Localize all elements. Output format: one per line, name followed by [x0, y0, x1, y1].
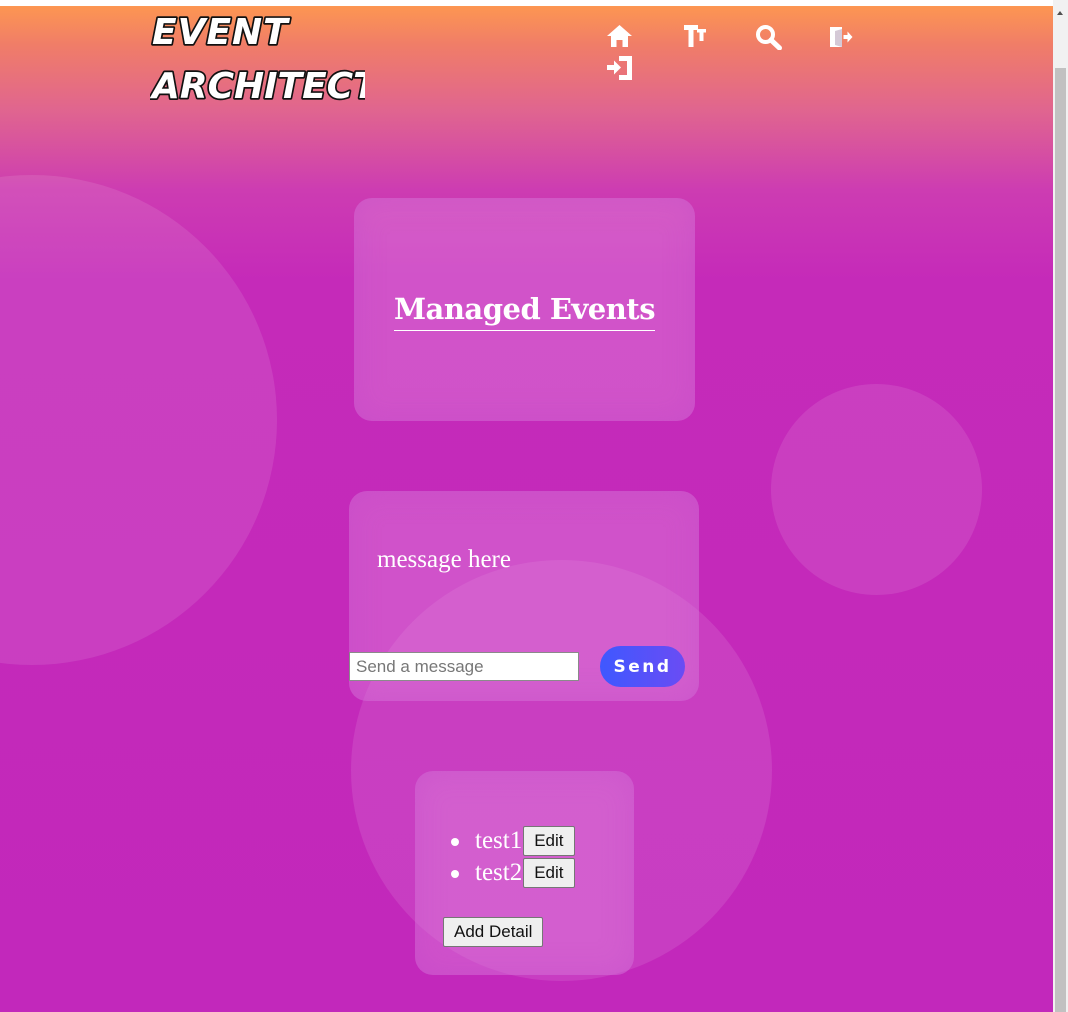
vertical-scrollbar[interactable] [1053, 0, 1068, 1012]
text-size-icon[interactable] [683, 24, 707, 48]
list-item: test1 Edit [451, 825, 575, 857]
managed-events-title-text: Managed Events [393, 292, 656, 331]
bullet-icon [451, 870, 459, 878]
list-item: test2 Edit [451, 857, 575, 889]
edit-button[interactable]: Edit [523, 826, 575, 856]
managed-events-title: Managed Events [354, 292, 695, 331]
logo-line-2: ARCHITECT [150, 66, 365, 105]
edit-button[interactable]: Edit [523, 858, 575, 888]
logo-line-1: EVENT [152, 12, 290, 53]
send-message-input[interactable] [349, 652, 579, 681]
details-card: test1 Edit test2 Edit Add Detail [415, 771, 634, 975]
managed-events-card: Managed Events [354, 198, 695, 421]
login-icon[interactable] [606, 54, 634, 82]
page-background: EVENT ARCHITECT Managed Events message h… [0, 0, 1053, 1012]
bullet-icon [451, 838, 459, 846]
message-card: message here Send [349, 491, 699, 701]
add-detail-button[interactable]: Add Detail [443, 917, 544, 947]
scroll-up-arrow-icon[interactable] [1057, 11, 1063, 15]
detail-name: test2 [475, 859, 523, 886]
decorative-circle-left [0, 175, 277, 665]
detail-list: test1 Edit test2 Edit [451, 825, 575, 889]
send-button[interactable]: Send [600, 646, 685, 687]
home-icon[interactable] [606, 24, 633, 48]
detail-name: test1 [475, 827, 523, 854]
event-architect-logo[interactable]: EVENT ARCHITECT [150, 10, 365, 105]
search-icon[interactable] [755, 24, 782, 50]
message-text: message here [377, 546, 511, 573]
scrollbar-thumb[interactable] [1055, 68, 1066, 1012]
decorative-circle-right [771, 384, 982, 595]
logout-icon[interactable] [829, 26, 853, 48]
window-top-edge [0, 0, 1068, 6]
